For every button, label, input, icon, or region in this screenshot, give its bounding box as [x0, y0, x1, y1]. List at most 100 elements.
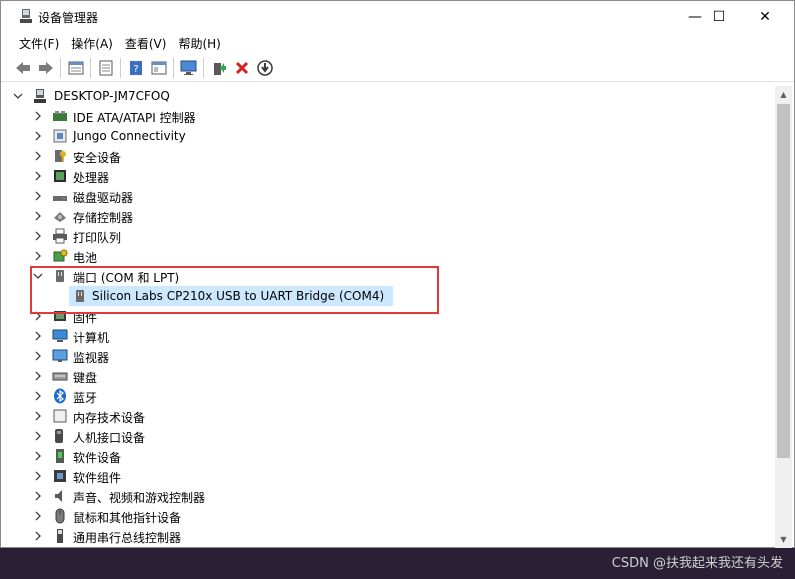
annotation-highlight-box [30, 266, 439, 314]
toolbar-separator [90, 57, 91, 78]
tree-item-ide[interactable]: IDE ATA/ATAPI 控制器 [9, 106, 769, 126]
close-button[interactable]: ✕ [742, 1, 788, 32]
tree-item-sound[interactable]: 声音、视频和游戏控制器 [9, 486, 769, 506]
toolbar: ? [1, 54, 794, 82]
mouse-icon [55, 508, 65, 524]
chevron-right-icon[interactable] [33, 251, 43, 261]
chevron-right-icon[interactable] [33, 431, 43, 441]
update-driver-icon [213, 62, 226, 75]
chevron-right-icon[interactable] [33, 131, 43, 141]
forward-button[interactable] [34, 57, 57, 79]
tree-item-computer[interactable]: 计算机 [9, 326, 769, 346]
tree-item-label: IDE ATA/ATAPI 控制器 [73, 111, 196, 125]
hid-icon [55, 429, 63, 443]
tree-item-label: 监视器 [73, 351, 110, 365]
menu-help[interactable]: 帮助(H) [172, 35, 226, 52]
battery-icon [53, 249, 68, 262]
uninstall-icon [235, 61, 248, 74]
chevron-right-icon[interactable] [33, 351, 43, 361]
ide-controller-icon [53, 111, 67, 121]
chevron-right-icon[interactable] [33, 471, 43, 481]
chevron-right-icon[interactable] [33, 211, 43, 221]
update-driver-button[interactable] [207, 57, 230, 79]
security-device-icon [55, 150, 66, 162]
menu-action[interactable]: 操作(A) [65, 35, 119, 52]
tree-item-usb[interactable]: 通用串行总线控制器 [9, 526, 769, 546]
scroll-up-icon[interactable]: ▲ [775, 86, 792, 103]
details-button[interactable] [94, 57, 117, 79]
close-icon: ✕ [759, 8, 771, 25]
menu-file[interactable]: 文件(F) [13, 35, 65, 52]
tree-item-label: 计算机 [73, 331, 110, 345]
forward-arrow-icon [38, 61, 53, 74]
title-bar: 设备管理器 — ☐ ✕ [1, 1, 794, 32]
tree-item-hid[interactable]: 人机接口设备 [9, 426, 769, 446]
tree-item-label: 软件组件 [73, 471, 122, 485]
disk-drive-icon [53, 196, 67, 201]
keyboard-icon [52, 372, 68, 381]
tree-item-keyboard[interactable]: 键盘 [9, 366, 769, 386]
tree-item-mouse[interactable]: 鼠标和其他指针设备 [9, 506, 769, 526]
chevron-down-icon[interactable] [13, 91, 23, 101]
svg-text:?: ? [133, 64, 138, 75]
tree-root[interactable]: DESKTOP-JM7CFOQ [9, 86, 769, 106]
tree-item-disk[interactable]: 磁盘驱动器 [9, 186, 769, 206]
chevron-right-icon[interactable] [33, 151, 43, 161]
chevron-right-icon[interactable] [33, 451, 43, 461]
tree-item-storage[interactable]: 存储控制器 [9, 206, 769, 226]
chevron-right-icon[interactable] [33, 191, 43, 201]
scan-hardware-button[interactable] [177, 57, 200, 79]
processor-icon [54, 170, 66, 182]
chevron-right-icon[interactable] [33, 391, 43, 401]
chevron-right-icon[interactable] [33, 171, 43, 181]
chevron-right-icon[interactable] [33, 491, 43, 501]
computer-tower-icon [34, 89, 46, 103]
chevron-right-icon[interactable] [33, 511, 43, 521]
view-icon [151, 61, 166, 74]
tree-item-software-component[interactable]: 软件组件 [9, 466, 769, 486]
vertical-scrollbar[interactable]: ▲ ▼ [775, 86, 792, 548]
uninstall-button[interactable] [230, 57, 253, 79]
properties-button[interactable] [64, 57, 87, 79]
help-icon: ? [129, 60, 142, 75]
chevron-right-icon[interactable] [33, 531, 43, 541]
menu-bar: 文件(F) 操作(A) 查看(V) 帮助(H) [1, 32, 794, 54]
device-manager-app-icon [20, 9, 32, 23]
tree-item-monitor[interactable]: 监视器 [9, 346, 769, 366]
tree-item-jungo[interactable]: Jungo Connectivity [9, 126, 769, 146]
menu-view[interactable]: 查看(V) [119, 35, 173, 52]
tree-item-print-queue[interactable]: 打印队列 [9, 226, 769, 246]
tree-item-memory[interactable]: 内存技术设备 [9, 406, 769, 426]
storage-controller-icon [54, 212, 66, 222]
software-component-icon [54, 470, 66, 482]
memory-device-icon [53, 409, 67, 423]
chevron-right-icon[interactable] [33, 111, 43, 121]
maximize-button[interactable]: ☐ [696, 1, 742, 32]
window-title: 设备管理器 [38, 11, 99, 25]
tree-item-bluetooth[interactable]: 蓝牙 [9, 386, 769, 406]
tree-item-processor[interactable]: 处理器 [9, 166, 769, 186]
chevron-right-icon[interactable] [33, 411, 43, 421]
software-device-icon [56, 449, 64, 463]
chevron-right-icon[interactable] [33, 331, 43, 341]
tree-item-security[interactable]: 安全设备 [9, 146, 769, 166]
tree-item-label: 打印队列 [73, 231, 122, 245]
back-button[interactable] [11, 57, 34, 79]
print-queue-icon [53, 228, 67, 244]
toolbar-separator [173, 57, 174, 78]
chevron-right-icon[interactable] [33, 371, 43, 381]
scroll-down-icon[interactable]: ▼ [775, 531, 792, 548]
properties-icon [68, 61, 83, 74]
tree-item-label: 键盘 [73, 371, 98, 385]
download-button[interactable] [253, 57, 276, 79]
tree-item-label: 声音、视频和游戏控制器 [73, 491, 206, 505]
scroll-thumb[interactable] [777, 104, 790, 458]
view-button[interactable] [147, 57, 170, 79]
help-button[interactable]: ? [124, 57, 147, 79]
tree-item-battery[interactable]: 电池 [9, 246, 769, 266]
tree-item-label: 处理器 [73, 171, 110, 185]
tree-item-software-device[interactable]: 软件设备 [9, 446, 769, 466]
chevron-right-icon[interactable] [33, 231, 43, 241]
tree-item-label: 存储控制器 [73, 211, 134, 225]
download-icon [256, 59, 273, 76]
